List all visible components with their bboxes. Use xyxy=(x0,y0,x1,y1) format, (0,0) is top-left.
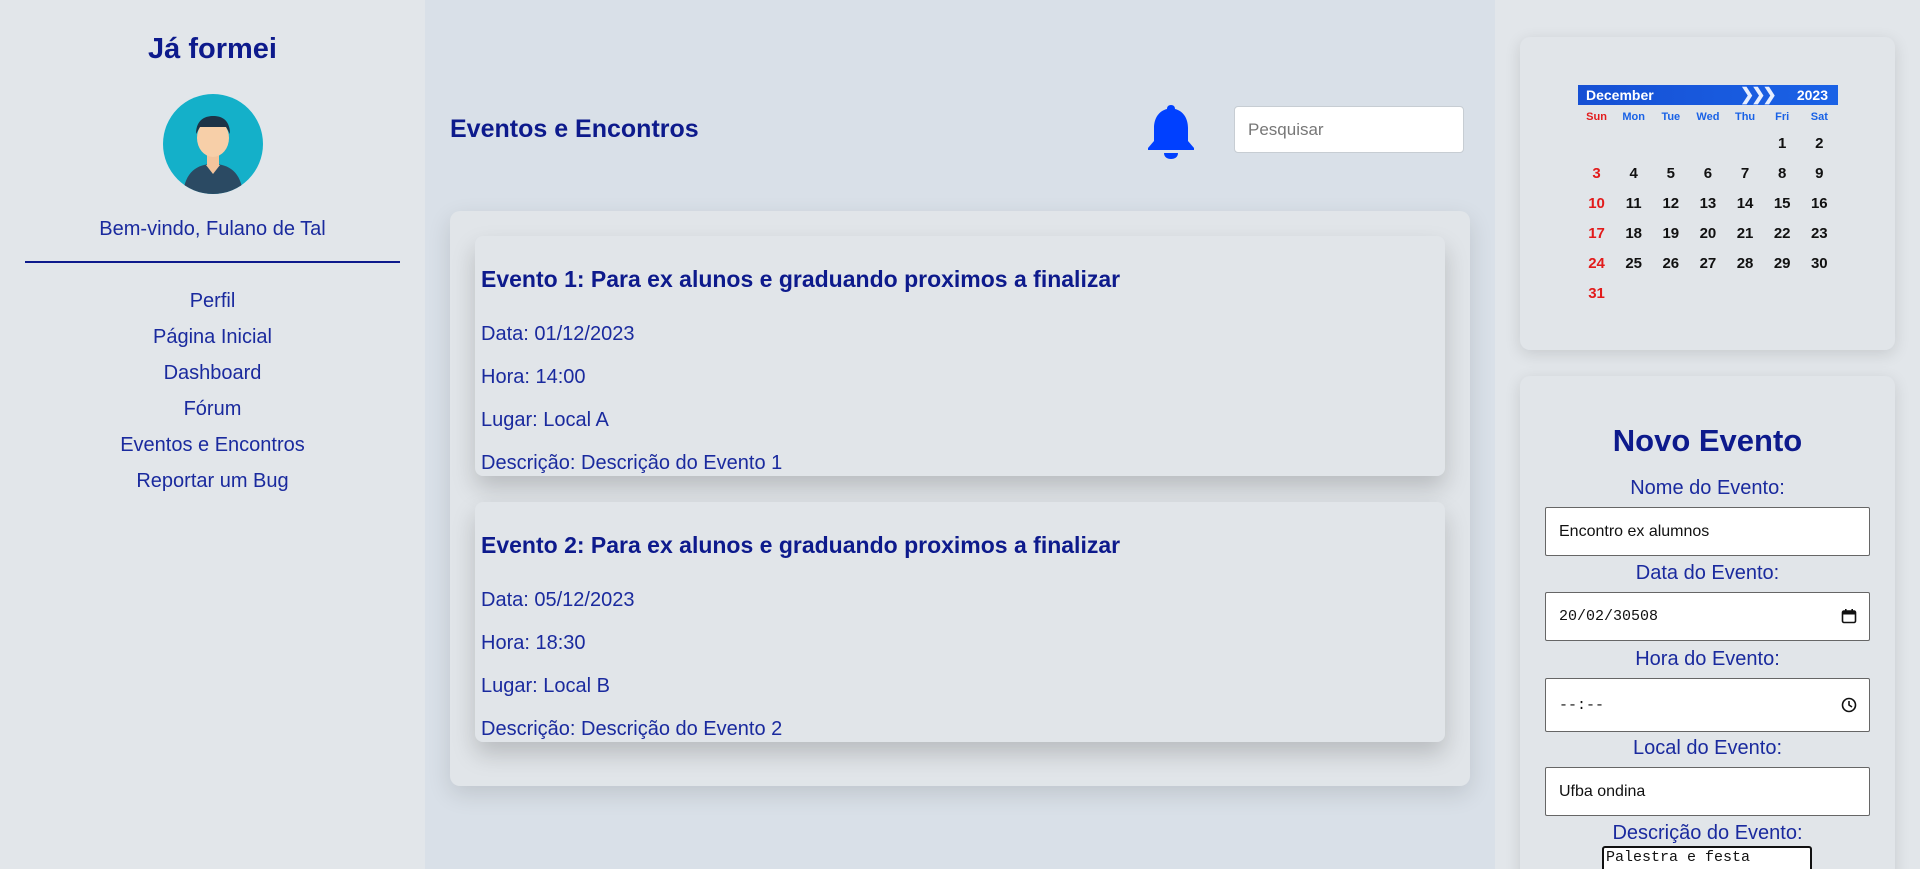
event-place-input[interactable]: Ufba ondina xyxy=(1545,767,1870,816)
calendar-weekday: Wed xyxy=(1696,111,1720,123)
calendar-icon[interactable] xyxy=(1841,608,1857,624)
event-time-input[interactable]: --:-- xyxy=(1545,678,1870,732)
notification-button[interactable] xyxy=(1145,101,1197,161)
calendar-week: 31 xyxy=(1578,278,1838,308)
form-title: Novo Evento xyxy=(1612,423,1803,458)
nav-item-eventos[interactable]: Eventos e Encontros xyxy=(0,427,425,463)
event-date-input[interactable]: 20/02/30508 xyxy=(1545,592,1870,641)
welcome-text: Bem-vindo, Fulano de Tal xyxy=(99,218,326,240)
user-avatar-icon xyxy=(183,116,243,194)
nav-item-forum[interactable]: Fórum xyxy=(0,391,425,427)
calendar-day[interactable]: 2 xyxy=(1801,135,1838,152)
event-title: Evento 2: Para ex alunos e graduando pro… xyxy=(481,532,1121,558)
calendar-day[interactable]: 13 xyxy=(1689,195,1726,212)
calendar-weekday: Fri xyxy=(1775,111,1790,123)
event-card[interactable]: Evento 1: Para ex alunos e graduando pro… xyxy=(475,236,1445,476)
calendar-day[interactable]: 23 xyxy=(1801,225,1838,242)
calendar-weekday: Sun xyxy=(1586,111,1607,123)
nav-item-dashboard[interactable]: Dashboard xyxy=(0,355,425,391)
calendar-day[interactable]: 29 xyxy=(1764,255,1801,272)
calendar-day[interactable]: 26 xyxy=(1652,255,1689,272)
calendar-grid: Sun Mon Tue Wed Thu Fri Sat 1 2 3 4 5 6 7 8 9 10 11 12 13 14… xyxy=(1578,106,1838,308)
calendar-day[interactable]: 24 xyxy=(1578,255,1615,272)
clock-icon[interactable] xyxy=(1841,697,1857,713)
calendar-day[interactable]: 3 xyxy=(1578,165,1615,182)
calendar-day[interactable]: 11 xyxy=(1615,195,1652,212)
event-time-value: --:-- xyxy=(1559,696,1605,714)
calendar-day[interactable]: 4 xyxy=(1615,165,1652,182)
event-date: Data: 05/12/2023 xyxy=(481,589,635,611)
nav-item-reportar-bug[interactable]: Reportar um Bug xyxy=(0,463,425,499)
event-time: Hora: 18:30 xyxy=(481,632,586,654)
calendar-header: December ❯❯❯ 2023 xyxy=(1578,85,1838,105)
avatar[interactable] xyxy=(163,94,263,194)
calendar-week: 3456789 xyxy=(1578,158,1838,188)
event-place-label: Local do Evento: xyxy=(1633,737,1782,759)
event-description-label: Descrição do Evento: xyxy=(1612,822,1803,844)
calendar-day[interactable]: 7 xyxy=(1727,165,1764,182)
event-place: Lugar: Local B xyxy=(481,675,610,697)
sidebar-divider xyxy=(25,261,400,263)
event-description: Descrição: Descrição do Evento 1 xyxy=(481,452,783,474)
new-event-form: Novo Evento Nome do Evento: Encontro ex … xyxy=(1520,376,1895,869)
calendar-day[interactable]: 12 xyxy=(1652,195,1689,212)
calendar-card: December ❯❯❯ 2023 Sun Mon Tue Wed Thu Fri Sat 1… xyxy=(1520,37,1895,350)
event-place: Lugar: Local A xyxy=(481,409,609,431)
brand-title: Já formei xyxy=(148,33,277,65)
bell-icon xyxy=(1148,105,1194,159)
calendar-week: 10 11 12 13 14 15 16 xyxy=(1578,188,1838,218)
event-description-textarea[interactable]: Palestra e festa xyxy=(1602,846,1812,869)
calendar-day[interactable]: 21 xyxy=(1727,225,1764,242)
event-name-input[interactable]: Encontro ex alumnos xyxy=(1545,507,1870,556)
event-name-label: Nome do Evento: xyxy=(1630,477,1785,499)
calendar-week: 12 xyxy=(1578,128,1838,158)
event-date-label: Data do Evento: xyxy=(1635,562,1780,584)
calendar-day[interactable]: 8 xyxy=(1764,165,1801,182)
event-date: Data: 01/12/2023 xyxy=(481,323,635,345)
calendar-day[interactable]: 22 xyxy=(1764,225,1801,242)
nav-item-pagina-inicial[interactable]: Página Inicial xyxy=(0,319,425,355)
calendar-day[interactable]: 16 xyxy=(1801,195,1838,212)
chevrons-icon: ❯❯❯ xyxy=(1740,85,1777,104)
calendar-weekday: Thu xyxy=(1734,111,1756,123)
events-panel: Evento 1: Para ex alunos e graduando pro… xyxy=(450,211,1470,786)
calendar-week: 17 18 19 20 21 22 23 xyxy=(1578,218,1838,248)
calendar-day[interactable]: 27 xyxy=(1689,255,1726,272)
calendar-weekdays: Sun Mon Tue Wed Thu Fri Sat xyxy=(1578,106,1838,128)
nav-item-perfil[interactable]: Perfil xyxy=(0,283,425,319)
event-time: Hora: 14:00 xyxy=(481,366,586,388)
sidebar-nav: Perfil Página Inicial Dashboard Fórum Ev… xyxy=(0,283,425,499)
calendar-day[interactable]: 18 xyxy=(1615,225,1652,242)
calendar-day[interactable]: 25 xyxy=(1615,255,1652,272)
sidebar: Já formei Bem-vindo, Fulano de Tal Perfi… xyxy=(0,0,425,869)
calendar-day[interactable]: 14 xyxy=(1727,195,1764,212)
calendar-day[interactable]: 15 xyxy=(1764,195,1801,212)
calendar-year: 2023 xyxy=(1796,87,1828,103)
calendar-week: 24 25 26 27 28 29 30 xyxy=(1578,248,1838,278)
calendar-day[interactable]: 6 xyxy=(1689,165,1726,182)
event-description: Descrição: Descrição do Evento 2 xyxy=(481,718,783,740)
calendar-weekday: Sat xyxy=(1810,111,1828,123)
calendar-day[interactable]: 17 xyxy=(1578,225,1615,242)
page-title: Eventos e Encontros xyxy=(450,115,699,143)
calendar-day[interactable]: 1 xyxy=(1764,135,1801,152)
event-title: Evento 1: Para ex alunos e graduando pro… xyxy=(481,266,1121,292)
calendar-day[interactable]: 28 xyxy=(1727,255,1764,272)
event-time-label: Hora do Evento: xyxy=(1635,648,1780,670)
calendar-day[interactable]: 20 xyxy=(1689,225,1726,242)
calendar-month: December xyxy=(1586,87,1654,103)
calendar-day[interactable]: 30 xyxy=(1801,255,1838,272)
search-input[interactable] xyxy=(1234,106,1464,153)
calendar-day[interactable]: 5 xyxy=(1652,165,1689,182)
event-date-value: 20/02/30508 xyxy=(1559,608,1659,625)
calendar-day[interactable]: 9 xyxy=(1801,165,1838,182)
calendar-day[interactable]: 19 xyxy=(1652,225,1689,242)
calendar-weekday: Mon xyxy=(1622,111,1645,123)
event-card[interactable]: Evento 2: Para ex alunos e graduando pro… xyxy=(475,502,1445,742)
calendar-day[interactable]: 10 xyxy=(1578,195,1615,212)
calendar-weekday: Tue xyxy=(1661,111,1681,123)
calendar-day[interactable]: 31 xyxy=(1578,285,1615,302)
